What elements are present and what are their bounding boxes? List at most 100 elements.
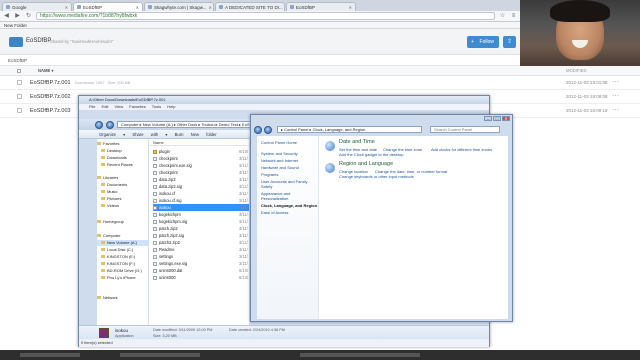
close-tab-icon[interactable]: ✕ [349,5,352,10]
file-item[interactable]: Readme 3/11/ [153,246,249,253]
explorer-menu-bar[interactable]: File Edit View Favorites Tools Help [79,104,489,110]
file-item[interactable]: plugin 6/10/ [153,148,249,155]
nav-desktop[interactable]: Desktop [97,148,149,154]
nav-bd-rom[interactable]: BD-ROM Drive (G:) [97,268,149,274]
file-item[interactable]: isokou.cf.sig 3/11/ [153,197,249,204]
file-item[interactable]: checkprint.exe.sig 3/11/ [153,162,249,169]
link-hardware-sound[interactable]: Hardware and Sound [261,165,319,170]
more-options-icon[interactable]: ⋯ [612,78,619,86]
nav-kingston-f[interactable]: KINGSTON (F:) [97,261,149,267]
column-name[interactable]: NAME ▾ [38,66,54,76]
control-panel-search-input[interactable]: Search Control Panel [430,126,500,133]
file-item[interactable]: unins000 6/10/ [153,274,249,281]
nav-documents[interactable]: Documents [97,182,149,188]
star-icon[interactable]: ☆ [499,13,506,20]
nav-local-disk[interactable]: Local Disk (C:) [97,247,149,253]
file-item[interactable]: kogekichpm.sig 3/11/ [153,218,249,225]
link-control-panel-home[interactable]: Control Panel Home [261,140,319,145]
back-icon[interactable]: ◀ [3,13,10,20]
link-user-accounts-safety[interactable]: Safety [261,184,319,189]
nav-kingston-e[interactable]: KINGSTON (E:) [97,254,149,260]
bookmark-new-folder[interactable]: New Folder [4,23,27,28]
link-add-clocks[interactable]: Add clocks for different time zones [431,147,492,152]
nav-recent-places[interactable]: Recent Places [97,162,149,168]
link-personalization[interactable]: Personalization [261,196,319,201]
file-item[interactable]: settings 3/11/ [153,253,249,260]
close-tab-icon[interactable]: ✕ [65,5,68,10]
close-tab-icon[interactable]: ✕ [208,5,211,10]
address-bar[interactable]: https://www.mediafire.com/?1b887hy8fwbxk [36,12,495,20]
row-checkbox[interactable] [17,108,22,113]
close-icon[interactable]: ✕ [502,116,510,121]
tab-label: EoSDfBP [296,4,316,10]
browser-tab-eosdfbp-2[interactable]: EoSDfBP ✕ [286,2,356,11]
nav-new-volume[interactable]: New Volume (A:) [97,240,149,246]
tab-label: EoSDfBP [83,4,103,10]
nav-music[interactable]: Music [97,189,149,195]
link-system-security[interactable]: System and Security [261,151,319,156]
link-change-keyboards[interactable]: Change keyboards or other input methods [339,174,414,179]
file-item-selected[interactable]: isokou 3/11/ [153,204,249,211]
browser-tab-google[interactable]: Google ✕ [2,2,72,11]
file-item[interactable]: isokou.cf 3/11/ [153,190,249,197]
file-row[interactable]: EoSDfBP.7z.001 Downloads: 1967 · Size: 2… [0,76,640,90]
file-item[interactable]: kogekichpm 3/11/ [153,211,249,218]
webcam-overlay [520,0,640,66]
file-name[interactable]: EoSDfBP.7z.002 [30,94,71,100]
menu-icon[interactable]: ≡ [510,13,517,20]
file-item[interactable]: settings.exe.sig 3/11/ [153,260,249,267]
nav-label: Desktop [107,148,122,153]
file-item[interactable]: data.zip2.sig 3/11/ [153,183,249,190]
file-name[interactable]: EoSDfBP.7z.003 [30,108,71,114]
nav-libraries[interactable]: Libraries [97,175,149,181]
reload-icon[interactable]: ↻ [25,13,32,20]
browser-tab-eosdfbp[interactable]: EoSDfBP ✕ [73,2,143,11]
file-item[interactable]: patch2.zip2 3/11/ [153,239,249,246]
row-checkbox[interactable] [17,80,22,85]
column-modified[interactable]: MODIFIED [566,66,586,76]
link-network-internet[interactable]: Network and Internet [261,158,319,163]
link-ease-of-access[interactable]: Ease of Access [261,210,319,215]
details-name: isokou [115,328,129,333]
more-options-icon[interactable]: ⋯ [612,106,619,114]
nav-computer[interactable]: Computer [97,233,149,239]
maximize-icon[interactable]: □ [493,116,501,121]
forward-icon[interactable]: ▶ [14,13,21,20]
share-button[interactable]: ⇪ [503,36,516,48]
file-item[interactable]: patch.zip2 3/11/ [153,225,249,232]
file-item[interactable]: checkprint 3/11/ [153,169,249,176]
select-all-checkbox[interactable] [17,69,21,73]
nav-pictures[interactable]: Pictures [97,196,149,202]
link-programs[interactable]: Programs [261,172,319,177]
browser-tab-dedicated-site[interactable]: A DEDICATED SITE TO DI...✕ [215,2,285,11]
bookmarks-bar: New Folder [0,22,520,29]
follow-button[interactable]: + Follow [467,36,499,48]
forward-icon[interactable]: › [106,120,114,129]
more-options-icon[interactable]: ⋯ [612,92,619,100]
browser-tab-skagwhyte[interactable]: Skagwhyte.com | Skagw... ✕ [144,2,214,11]
section-region-language[interactable]: Region and Language [339,161,393,167]
nav-videos[interactable]: Videos [97,203,149,209]
file-item[interactable]: data.zip2 3/11/ [153,176,249,183]
nav-favorites[interactable]: Favorites [97,141,149,147]
nav-network[interactable]: Network [97,295,149,301]
nav-downloads[interactable]: Downloads [97,155,149,161]
forward-icon[interactable]: › [264,125,272,134]
breadcrumb-folder[interactable]: EoSDfBP [8,58,27,63]
file-item[interactable]: patch.zip2.sig 3/11/ [153,232,249,239]
close-tab-icon[interactable]: ✕ [136,5,139,10]
control-panel-address-bar[interactable]: ▸ Control Panel ▸ Clock, Language, and R… [277,126,422,133]
link-clock-language-region[interactable]: Clock, Language, and Region [261,203,319,208]
link-add-clock-gadget[interactable]: Add the Clock gadget to the desktop [339,152,404,157]
file-name[interactable]: EoSDfBP.7z.001 [30,80,71,86]
column-name[interactable]: Name [149,139,249,146]
section-date-time[interactable]: Date and Time [339,139,375,145]
minimize-icon[interactable]: – [484,116,492,121]
back-icon[interactable]: ‹ [95,120,103,129]
row-checkbox[interactable] [17,94,22,99]
nav-homegroup[interactable]: Homegroup [97,219,149,225]
nav-iphone[interactable]: Phu Ly's iPhone [97,275,149,281]
file-item[interactable]: unins000.dat 6/10/ [153,267,249,274]
back-icon[interactable]: ‹ [254,125,262,134]
file-item[interactable]: checkprint 3/11/ [153,155,249,162]
